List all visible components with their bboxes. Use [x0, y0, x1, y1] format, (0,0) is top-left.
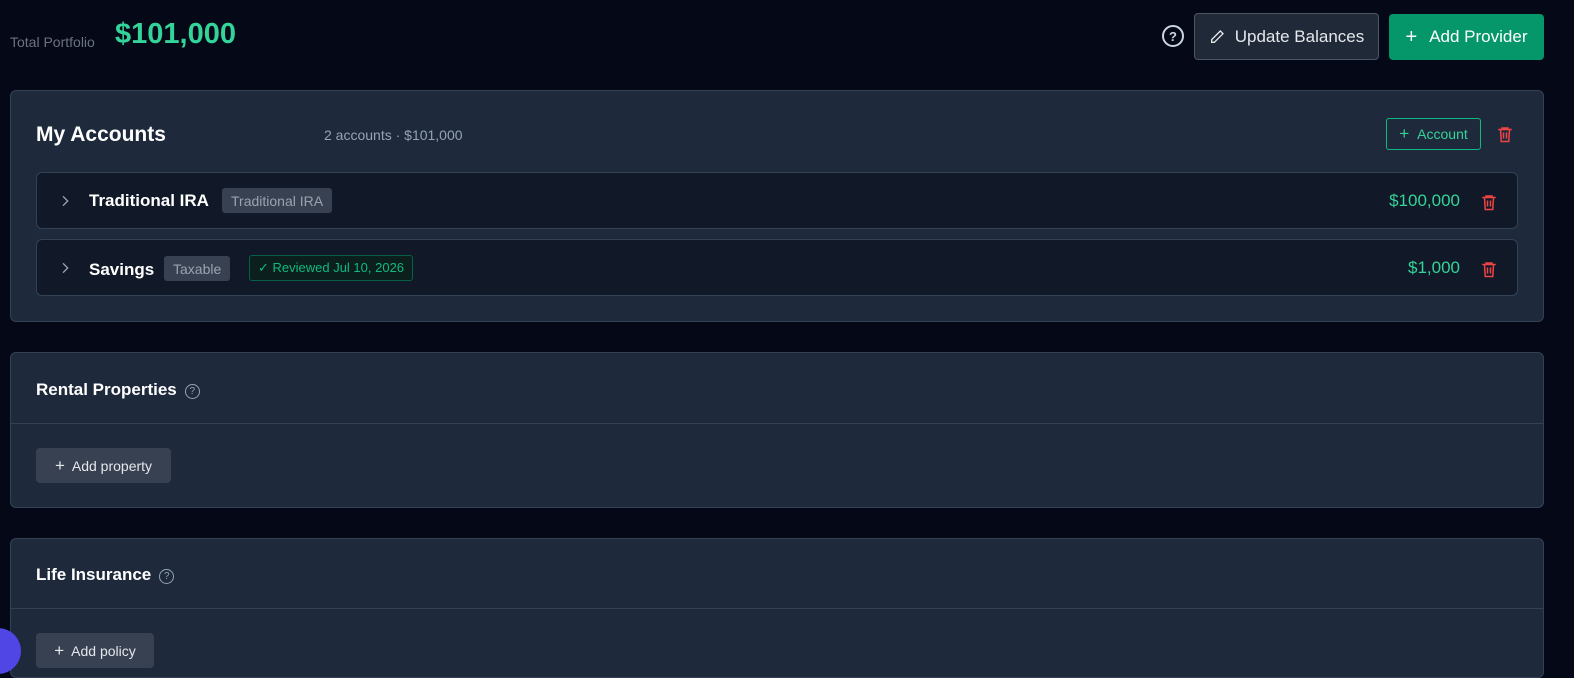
portfolio-total: $101,000: [115, 18, 236, 50]
add-provider-button[interactable]: + Add Provider: [1389, 14, 1544, 60]
plus-icon: +: [1399, 124, 1410, 143]
add-provider-label: Add Provider: [1429, 27, 1528, 46]
rental-properties-title: Rental Properties ?: [36, 380, 200, 400]
add-account-button[interactable]: + Account: [1386, 118, 1481, 150]
plus-icon: +: [1405, 25, 1418, 48]
trash-icon[interactable]: [1480, 192, 1498, 212]
add-property-button[interactable]: + Add property: [36, 448, 171, 483]
life-insurance-title: Life Insurance ?: [36, 565, 175, 585]
account-row-savings[interactable]: Savings Taxable ✓ Reviewed Jul 10, 2026 …: [36, 239, 1518, 296]
accounts-card: My Accounts 2 accounts · $101,000 + Acco…: [10, 90, 1544, 322]
add-property-label: Add property: [71, 457, 153, 474]
life-insurance-card: Life Insurance ? + Add policy: [10, 538, 1544, 678]
accounts-summary: 2 accounts · $101,000: [324, 127, 463, 143]
help-icon[interactable]: ?: [1162, 25, 1184, 47]
account-type-badge: Taxable: [164, 256, 231, 281]
top-bar: Total Portfolio $101,000 ? Update Balanc…: [0, 0, 1574, 72]
plus-icon: +: [54, 640, 65, 660]
update-balances-button[interactable]: Update Balances: [1194, 13, 1379, 60]
account-value: $1,000: [1408, 258, 1460, 277]
divider: [11, 423, 1543, 424]
pencil-icon: [1210, 29, 1224, 43]
plus-icon: +: [54, 455, 65, 475]
add-policy-label: Add policy: [71, 642, 136, 659]
update-balances-label: Update Balances: [1234, 26, 1365, 46]
help-icon[interactable]: ?: [184, 384, 200, 399]
account-row-traditional-ira[interactable]: Traditional IRA Traditional IRA $100,000: [36, 172, 1518, 229]
accounts-title: My Accounts: [36, 123, 166, 146]
reviewed-badge: ✓ Reviewed Jul 10, 2026: [249, 255, 414, 281]
divider: [11, 608, 1543, 609]
trash-icon[interactable]: [1480, 259, 1498, 279]
trash-icon[interactable]: [1496, 124, 1514, 144]
rental-properties-card: Rental Properties ? + Add property: [10, 352, 1544, 508]
account-name: Traditional IRA: [89, 191, 209, 210]
chevron-right-icon[interactable]: [57, 193, 73, 209]
add-policy-button[interactable]: + Add policy: [36, 633, 154, 668]
portfolio-label: Total Portfolio: [10, 34, 95, 50]
rental-properties-label: Rental Properties: [36, 380, 177, 399]
add-account-label: Account: [1417, 126, 1468, 142]
account-value: $100,000: [1389, 191, 1460, 210]
account-name: Savings: [89, 260, 155, 279]
account-type-badge: Traditional IRA: [222, 188, 333, 213]
help-icon[interactable]: ?: [159, 569, 175, 584]
life-insurance-label: Life Insurance: [36, 565, 152, 584]
chevron-right-icon[interactable]: [57, 260, 73, 276]
